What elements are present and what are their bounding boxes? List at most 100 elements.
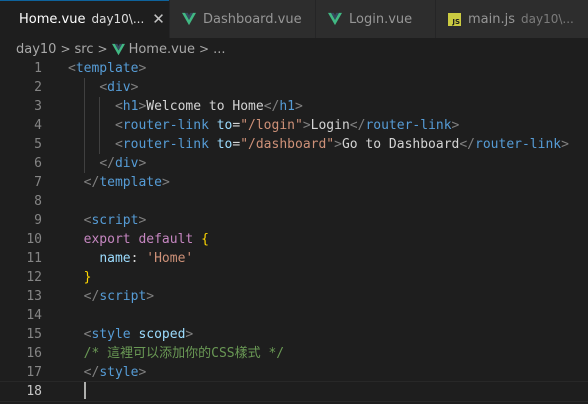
code-token: to <box>216 137 233 152</box>
code-line[interactable]: 15 <style scoped> <box>0 325 588 344</box>
code-token: 'Home' <box>146 251 194 266</box>
code-token: Login <box>310 118 350 133</box>
code-line[interactable]: 17 </style> <box>0 363 588 382</box>
code-line[interactable]: 11 name: 'Home' <box>0 249 588 268</box>
code-content: name: 'Home' <box>68 249 193 268</box>
tab-login-vue[interactable]: Login.vue <box>316 0 436 38</box>
code-content: <router-link to="/login">Login</router-l… <box>68 116 459 135</box>
code-token: </ <box>83 365 100 380</box>
code-line[interactable]: 5 <router-link to="/dashboard">Go to Das… <box>0 135 588 154</box>
code-line[interactable]: 3 <h1>Welcome to Home</h1> <box>0 97 588 116</box>
tab-description: day10\... <box>521 12 574 26</box>
code-token: Welcome to Home <box>146 99 264 114</box>
breadcrumb-item-src[interactable]: src <box>75 42 94 57</box>
tab-label: Dashboard.vue <box>203 11 302 27</box>
code-token: default <box>138 232 194 247</box>
line-number: 2 <box>34 80 42 95</box>
code-line[interactable]: 14 <box>0 306 588 325</box>
code-token: > <box>295 99 303 114</box>
code-token: style <box>99 365 139 380</box>
breadcrumb-item-symbol[interactable]: ... <box>213 42 225 57</box>
code-token: </ <box>263 99 280 114</box>
code-token: /* 這裡可以添加你的CSS樣式 */ <box>83 346 285 361</box>
code-token: name <box>99 251 131 266</box>
breadcrumb-item-day10[interactable]: day10 <box>16 42 56 57</box>
code-line[interactable]: 1 <template> <box>0 59 588 78</box>
code-line[interactable]: 2 <div> <box>0 78 588 97</box>
js-icon: JS <box>448 12 461 26</box>
code-content: </script> <box>68 287 154 306</box>
code-token: </ <box>459 137 476 152</box>
code-editor[interactable]: 1 <template> 2 <div> 3 <h1>Welcome to Home<… <box>0 59 588 404</box>
code-token: scoped <box>138 327 186 342</box>
code-token: div <box>114 156 139 171</box>
code-token: router-link <box>475 137 562 152</box>
code-token: router-link <box>122 118 209 133</box>
code-token: </ <box>99 156 115 171</box>
code-line[interactable]: 16 /* 這裡可以添加你的CSS樣式 */ <box>0 344 588 363</box>
code-token: template <box>99 175 162 190</box>
code-line[interactable]: 10 export default { <box>0 230 588 249</box>
code-token: : <box>130 251 147 266</box>
code-content: <script> <box>68 211 147 230</box>
line-number: 4 <box>34 118 42 133</box>
code-line[interactable]: 9 <script> <box>0 211 588 230</box>
code-token: > <box>138 365 147 380</box>
code-token: > <box>334 137 342 152</box>
code-token: script <box>91 213 139 228</box>
vue-icon <box>328 12 342 26</box>
code-token: > <box>451 118 460 133</box>
line-number: 9 <box>34 213 42 228</box>
code-line[interactable]: 7 </template> <box>0 173 588 192</box>
code-token: { <box>201 232 209 247</box>
code-token: > <box>130 80 139 95</box>
vue-icon <box>182 12 196 26</box>
line-number: 15 <box>26 327 42 342</box>
code-token: router-link <box>365 118 452 133</box>
tab-home-vue[interactable]: Home.vue day10\... ✕ <box>0 0 170 38</box>
text-cursor <box>83 382 86 399</box>
line-number: 17 <box>26 365 42 380</box>
code-content: <div> <box>68 78 138 97</box>
editor-tab-bar: Home.vue day10\... ✕ Dashboard.vue Login… <box>0 0 588 38</box>
code-line[interactable]: 13 </script> <box>0 287 588 306</box>
tab-description: day10\... <box>91 12 145 26</box>
vue-icon <box>111 43 125 55</box>
code-token: export <box>83 232 131 247</box>
code-line[interactable]: 8 <box>0 192 588 211</box>
code-token: > <box>161 175 170 190</box>
line-number: 7 <box>34 175 42 190</box>
code-token: < <box>99 80 108 95</box>
close-icon[interactable]: ✕ <box>152 11 165 27</box>
code-token: > <box>302 118 311 133</box>
code-token: template <box>75 61 139 76</box>
line-number: 5 <box>34 137 42 152</box>
code-token: router-link <box>122 137 209 152</box>
code-content: </style> <box>68 363 147 382</box>
code-token: div <box>107 80 131 95</box>
line-number: 11 <box>26 251 42 266</box>
line-number: 1 <box>34 61 42 76</box>
code-line[interactable]: 4 <router-link to="/login">Login</router… <box>0 116 588 135</box>
breadcrumb: day10 > src > Home.vue > ... <box>0 38 588 60</box>
code-token: < <box>114 137 123 152</box>
line-number: 10 <box>26 232 42 247</box>
tab-main-js[interactable]: JS main.js day10\... <box>436 0 588 38</box>
tab-dashboard-vue[interactable]: Dashboard.vue <box>170 0 316 38</box>
breadcrumb-item-home-vue[interactable]: Home.vue <box>129 42 195 57</box>
code-token: </ <box>83 289 100 304</box>
code-line[interactable]: 18 <box>0 381 588 402</box>
tab-label: main.js <box>468 11 515 27</box>
code-content: export default { <box>68 230 209 249</box>
code-line[interactable]: 6 </div> <box>0 154 588 173</box>
code-line[interactable]: 12 } <box>0 268 588 287</box>
